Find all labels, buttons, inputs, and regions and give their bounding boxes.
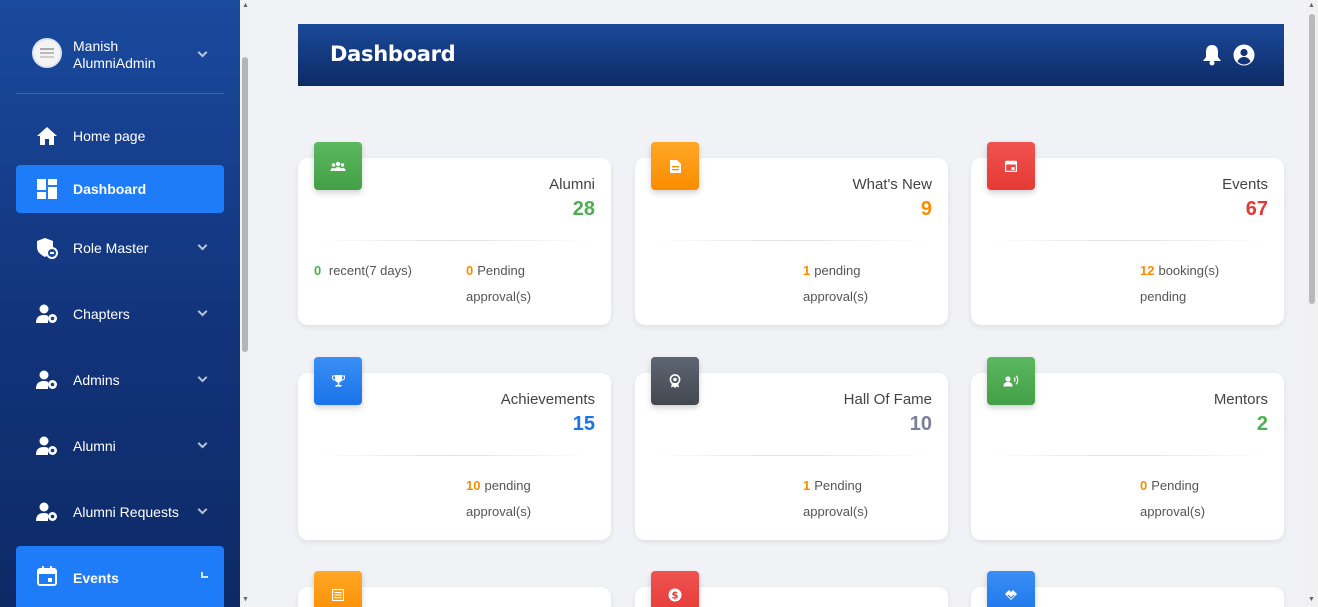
card-title: Alumni — [549, 176, 595, 193]
sidebar-item-alumni-requests[interactable]: Alumni Requests — [16, 488, 224, 536]
shield-icon — [36, 237, 58, 259]
scroll-up-arrow-icon[interactable]: ▲ — [242, 2, 249, 9]
card-stat-pending: 1 pending approval(s) — [803, 263, 869, 304]
card-stat-pending: 1 Pending approval(s) — [803, 478, 869, 519]
stat-card-alumni[interactable]: Alumni 28 0 recent(7 days) 0 Pending appr… — [298, 142, 611, 325]
document-icon — [651, 142, 699, 190]
sidebar-item-home[interactable]: Home page — [16, 112, 224, 160]
stat-card-mentors[interactable]: Mentors 2 0 Pending approval(s) — [971, 357, 1284, 540]
stat-card-events[interactable]: Events 67 12 booking(s) pending — [971, 142, 1284, 325]
chevron-down-icon — [197, 240, 208, 251]
sidebar-item-chapters[interactable]: Chapters — [16, 290, 224, 338]
divider — [651, 240, 932, 241]
speaker-user-icon — [987, 357, 1035, 405]
home-icon — [36, 125, 58, 147]
page-scrollbar-thumb[interactable] — [1309, 14, 1315, 304]
users-icon — [314, 142, 362, 190]
sidebar: Manish AlumniAdmin Home page Dashboard R… — [0, 0, 240, 607]
stat-card-partial[interactable] — [298, 571, 611, 607]
stat-card-whats-new[interactable]: What's New 9 1 pending approval(s) — [635, 142, 948, 325]
calendar-icon — [987, 142, 1035, 190]
stat-card-hall-of-fame[interactable]: Hall Of Fame 10 1 Pending approval(s) — [635, 357, 948, 540]
page-title: Dashboard — [330, 42, 456, 66]
dollar-icon: $ — [651, 571, 699, 607]
card-stat-bookings: 12 booking(s) pending — [1140, 263, 1220, 304]
card-title: Achievements — [500, 391, 595, 408]
card-title: Hall Of Fame — [843, 391, 932, 408]
card-stat-recent: 0 recent(7 days) — [314, 263, 412, 278]
dashboard-icon — [36, 178, 58, 200]
bell-icon[interactable] — [1202, 44, 1224, 66]
divider — [987, 455, 1268, 456]
sidebar-item-admins[interactable]: Admins — [16, 356, 224, 404]
page-header: Dashboard — [298, 24, 1284, 86]
user-circle-icon[interactable] — [1233, 44, 1255, 66]
card-value: 67 — [1245, 198, 1268, 220]
sidebar-item-role-master[interactable]: Role Master — [16, 224, 224, 272]
card-stat-pending: 0 Pending approval(s) — [1140, 478, 1206, 519]
chevron-down-icon — [197, 438, 208, 449]
user-gear-icon — [36, 435, 58, 457]
card-value: 2 — [1256, 413, 1268, 435]
divider — [651, 455, 932, 456]
scroll-down-arrow-icon[interactable]: ▼ — [242, 596, 249, 603]
award-icon — [651, 357, 699, 405]
svg-text:$: $ — [672, 591, 679, 602]
sidebar-item-alumni[interactable]: Alumni — [16, 422, 224, 470]
user-profile[interactable]: Manish AlumniAdmin — [16, 24, 224, 94]
sidebar-item-dashboard[interactable]: Dashboard — [16, 165, 224, 213]
card-stat-pending: 10 pending approval(s) — [466, 478, 532, 519]
divider — [987, 240, 1268, 241]
chevron-down-icon — [197, 372, 208, 383]
user-gear-icon — [36, 501, 58, 523]
card-value: 9 — [920, 198, 932, 220]
card-value: 10 — [909, 413, 932, 435]
chevron-down-icon — [197, 306, 208, 317]
scroll-down-arrow-icon[interactable]: ▼ — [1308, 596, 1315, 603]
card-title: Events — [1222, 176, 1268, 193]
card-title: Mentors — [1213, 391, 1268, 408]
collapse-corner-icon — [201, 572, 208, 578]
chevron-down-icon[interactable] — [197, 47, 208, 58]
sidebar-item-events[interactable]: Events — [16, 546, 224, 607]
stat-card-partial[interactable]: $ — [635, 571, 948, 607]
card-stat-pending: 0 Pending approval(s) — [466, 263, 532, 304]
sidebar-scrollbar-thumb[interactable] — [242, 57, 248, 352]
chevron-down-icon — [197, 504, 208, 515]
stat-card-achievements[interactable]: Achievements 15 10 pending approval(s) — [298, 357, 611, 540]
list-icon — [314, 571, 362, 607]
handshake-icon — [987, 571, 1035, 607]
card-value: 15 — [572, 413, 595, 435]
user-gear-icon — [36, 303, 58, 325]
divider — [314, 240, 595, 241]
user-gear-icon — [36, 369, 58, 391]
stat-card-partial[interactable] — [971, 571, 1284, 607]
trophy-icon — [314, 357, 362, 405]
calendar-icon — [36, 565, 58, 587]
card-title: What's New — [852, 176, 932, 193]
divider — [314, 455, 595, 456]
card-value: 28 — [572, 198, 595, 220]
scroll-up-arrow-icon[interactable]: ▲ — [1308, 2, 1315, 9]
user-name: Manish AlumniAdmin — [73, 38, 156, 71]
avatar — [32, 38, 62, 68]
